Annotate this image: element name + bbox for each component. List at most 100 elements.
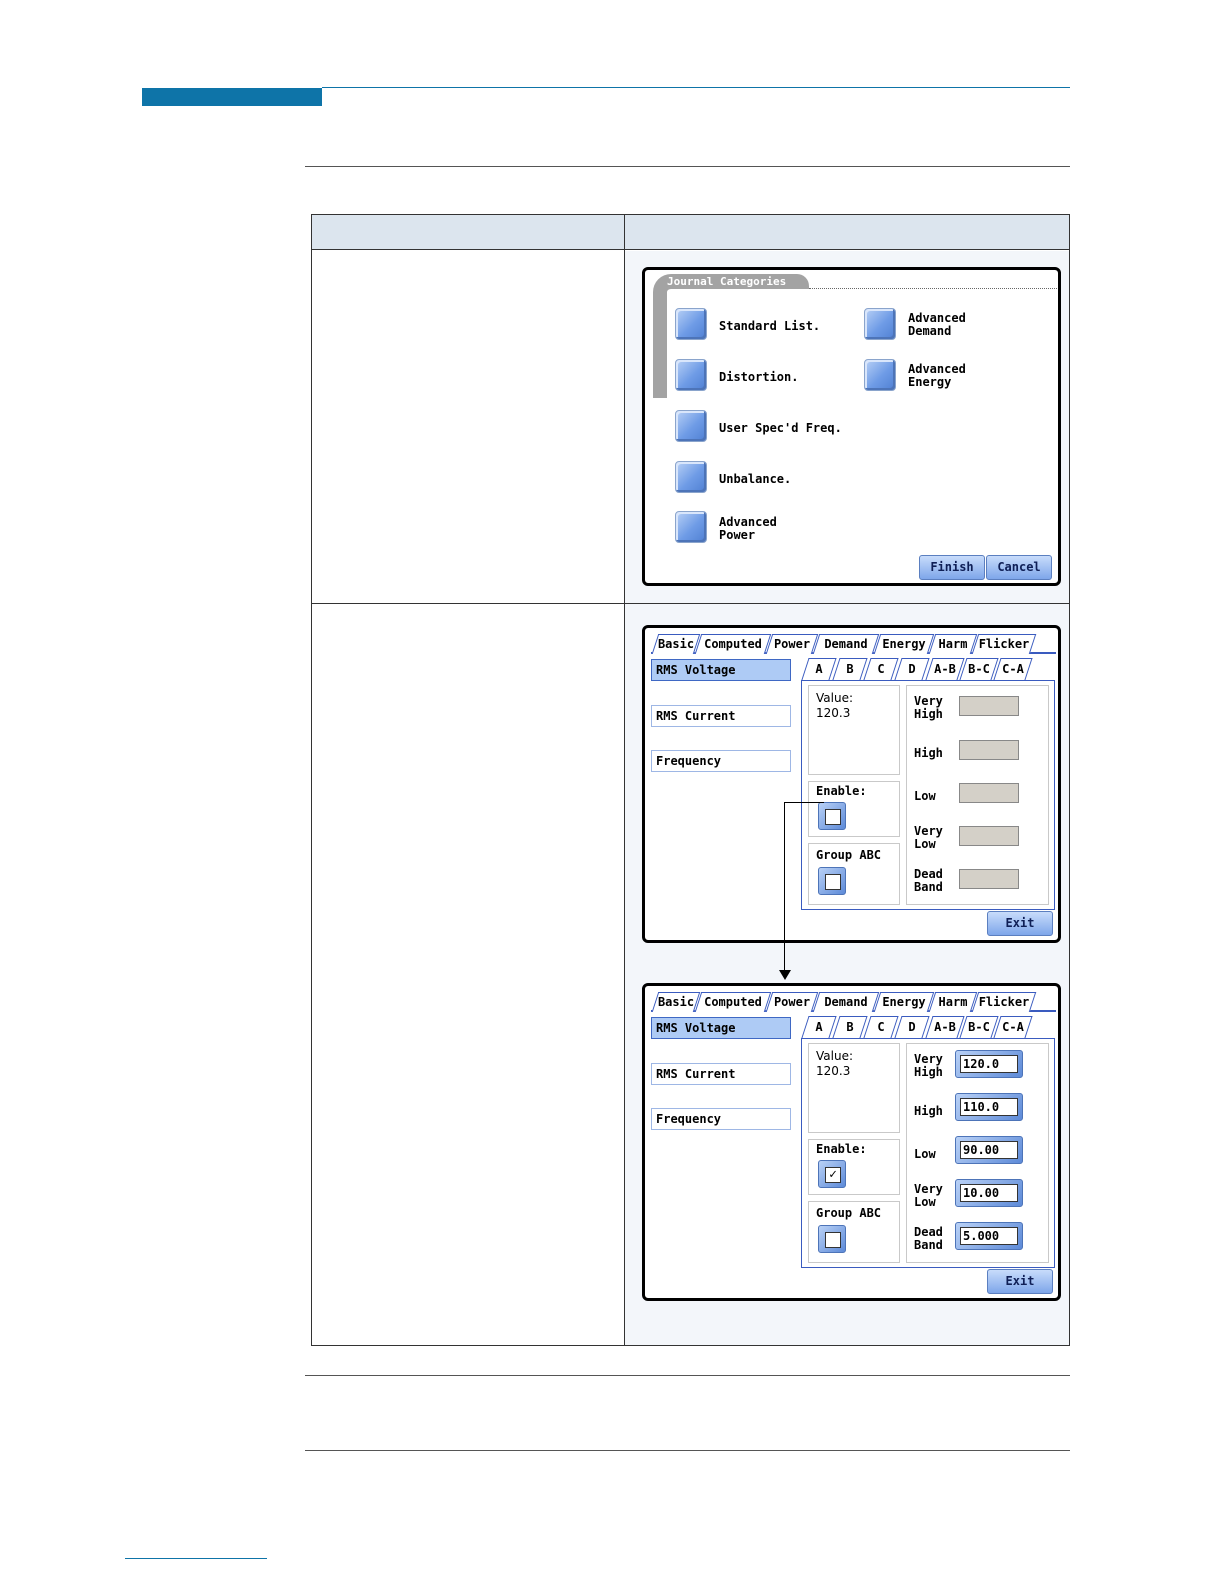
dead-band-label: Dead Band: [914, 867, 943, 894]
tab-demand[interactable]: Demand: [812, 992, 880, 1012]
user-specd-freq-button[interactable]: [675, 410, 707, 442]
limits-screen-before: Basic Computed Power Demand Energy Harm …: [642, 625, 1061, 943]
rms-current-tab[interactable]: RMS Current: [651, 705, 791, 727]
phase-tab-d[interactable]: D: [894, 1016, 930, 1038]
value-label: Value:: [816, 1049, 853, 1063]
high-field[interactable]: [959, 740, 1019, 760]
tab-power[interactable]: Power: [765, 634, 819, 654]
very-high-label: Very High: [914, 694, 943, 721]
enable-label: Enable:: [816, 1142, 867, 1156]
steps-table: Journal Categories Standard List. Distor…: [311, 214, 1070, 1346]
phase-tab-b-c[interactable]: B-C: [959, 1016, 999, 1038]
tab-basic[interactable]: Basic: [651, 634, 701, 654]
value-box: Value: 120.3: [808, 1043, 900, 1133]
advanced-energy-button[interactable]: [864, 359, 896, 391]
value-reading: 120.3: [816, 1064, 851, 1078]
group-abc-checkbox[interactable]: [818, 867, 846, 895]
rms-voltage-tab[interactable]: RMS Voltage: [651, 1017, 791, 1039]
value-box: Value: 120.3: [808, 685, 900, 775]
arrow-connector-vertical: [784, 802, 785, 970]
limits-panel: Value: 120.3 Enable: Group ABC Very High…: [801, 680, 1055, 910]
section-rule-top: [305, 166, 1070, 167]
title-dotted-rule: [809, 288, 1057, 289]
limits-fields-box: Very High High Low Very Low Dead Band: [906, 685, 1049, 905]
low-field[interactable]: 90.00: [955, 1136, 1023, 1164]
phase-tab-c[interactable]: C: [863, 658, 899, 680]
enable-box: Enable: ✓: [808, 1139, 900, 1195]
section-rule-end: [305, 1450, 1070, 1451]
tab-demand[interactable]: Demand: [812, 634, 880, 654]
tab-computed[interactable]: Computed: [694, 634, 772, 654]
table-column-divider: [624, 215, 625, 1345]
phase-tab-c[interactable]: C: [863, 1016, 899, 1038]
phase-tab-b-c[interactable]: B-C: [959, 658, 999, 680]
frequency-tab[interactable]: Frequency: [651, 1108, 791, 1130]
enable-label: Enable:: [816, 784, 867, 798]
rms-voltage-tab[interactable]: RMS Voltage: [651, 659, 791, 681]
phase-tab-c-a[interactable]: C-A: [993, 658, 1033, 680]
high-field[interactable]: 110.0: [955, 1093, 1023, 1121]
unbalance-label: Unbalance.: [719, 472, 792, 486]
enable-checkbox-checked[interactable]: ✓: [818, 1160, 846, 1188]
distortion-button[interactable]: [675, 359, 707, 391]
rms-current-tab[interactable]: RMS Current: [651, 1063, 791, 1085]
exit-button[interactable]: Exit: [987, 911, 1053, 936]
advanced-demand-label: Advanced Demand: [908, 311, 966, 338]
very-low-field[interactable]: [959, 826, 1019, 846]
dead-band-field[interactable]: 5.000: [955, 1222, 1023, 1250]
phase-tab-c-a[interactable]: C-A: [993, 1016, 1033, 1038]
very-low-field[interactable]: 10.00: [955, 1179, 1023, 1207]
tab-basic[interactable]: Basic: [651, 992, 701, 1012]
arrow-down-icon: [779, 970, 791, 980]
low-field[interactable]: [959, 783, 1019, 803]
tab-power[interactable]: Power: [765, 992, 819, 1012]
phase-tab-b[interactable]: B: [832, 1016, 868, 1038]
phase-tab-a-b[interactable]: A-B: [925, 1016, 965, 1038]
advanced-energy-label: Advanced Energy: [908, 362, 966, 389]
advanced-power-label: Advanced Power: [719, 515, 777, 542]
dead-band-field[interactable]: [959, 869, 1019, 889]
header-rule: [322, 87, 1070, 88]
group-abc-checkbox[interactable]: [818, 1225, 846, 1253]
value-label: Value:: [816, 691, 853, 705]
tab-harm[interactable]: Harm: [928, 634, 978, 654]
check-mark-icon: ✓: [825, 1167, 841, 1183]
phase-tab-a[interactable]: A: [801, 1016, 837, 1038]
phase-tab-bar: A B C D A-B B-C C-A: [801, 658, 1047, 680]
limits-tab-bar-2: Basic Computed Power Demand Energy Harm …: [651, 988, 1056, 1012]
cancel-button[interactable]: Cancel: [986, 555, 1052, 580]
tab-harm[interactable]: Harm: [928, 992, 978, 1012]
standard-list-label: Standard List.: [719, 319, 821, 333]
tab-flicker[interactable]: Flicker: [971, 992, 1037, 1012]
enable-box: Enable:: [808, 781, 900, 837]
tab-energy[interactable]: Energy: [873, 634, 935, 654]
group-abc-box: Group ABC: [808, 1201, 900, 1263]
phase-tab-d[interactable]: D: [894, 658, 930, 680]
tab-computed[interactable]: Computed: [694, 992, 772, 1012]
arrow-connector-horizontal: [784, 802, 824, 803]
distortion-label: Distortion.: [719, 370, 799, 384]
finish-button[interactable]: Finish: [919, 555, 985, 580]
unbalance-button[interactable]: [675, 461, 707, 493]
phase-tab-a[interactable]: A: [801, 658, 837, 680]
limits-panel-2: Value: 120.3 Enable: ✓ Group ABC Very Hi…: [801, 1038, 1055, 1268]
phase-tab-bar-2: A B C D A-B B-C C-A: [801, 1016, 1047, 1038]
advanced-power-button[interactable]: [675, 511, 707, 543]
phase-tab-a-b[interactable]: A-B: [925, 658, 965, 680]
high-label: High: [914, 746, 943, 760]
very-high-field[interactable]: 120.0: [955, 1050, 1023, 1078]
very-high-label: Very High: [914, 1052, 943, 1079]
journal-categories-screen: Journal Categories Standard List. Distor…: [642, 267, 1061, 586]
phase-tab-b[interactable]: B: [832, 658, 868, 680]
tab-flicker[interactable]: Flicker: [971, 634, 1037, 654]
tab-energy[interactable]: Energy: [873, 992, 935, 1012]
frequency-tab[interactable]: Frequency: [651, 750, 791, 772]
high-label: High: [914, 1104, 943, 1118]
exit-button[interactable]: Exit: [987, 1269, 1053, 1294]
standard-list-button[interactable]: [675, 308, 707, 340]
dead-band-label: Dead Band: [914, 1225, 943, 1252]
advanced-demand-button[interactable]: [864, 308, 896, 340]
table-row-divider: [312, 603, 1069, 604]
enable-checkbox[interactable]: [818, 802, 846, 830]
very-high-field[interactable]: [959, 696, 1019, 716]
